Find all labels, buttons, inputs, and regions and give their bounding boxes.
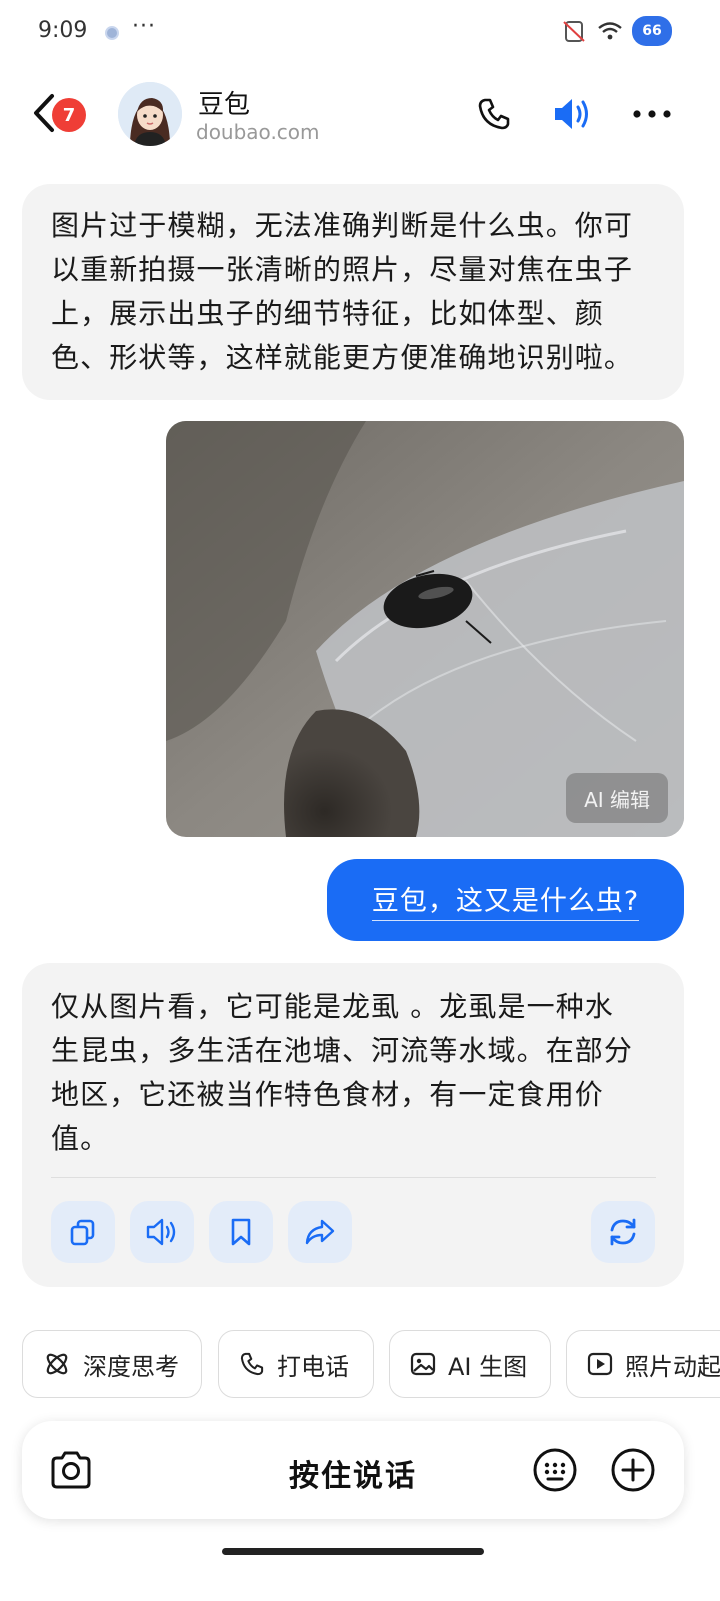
chip-label: 照片动起来: [625, 1352, 720, 1381]
message-line: 值。: [51, 1122, 110, 1155]
phone-icon: [240, 1352, 264, 1376]
atom-icon: [46, 1353, 68, 1375]
share-button[interactable]: [288, 1201, 352, 1263]
quick-actions: 深度思考 打电话 AI 生图 照片动起来: [22, 1330, 720, 1398]
bot-name: 豆包: [198, 90, 251, 120]
home-indicator[interactable]: [222, 1548, 484, 1555]
regenerate-button[interactable]: [591, 1201, 655, 1263]
notification-dot-icon: [105, 26, 119, 40]
user-message[interactable]: 豆包，这又是什么虫?: [327, 859, 684, 941]
bot-message[interactable]: 仅从图片看，它可能是龙虱 。龙虱是一种水 生昆虫，多生活在池塘、河流等水域。在部…: [22, 963, 684, 1287]
plus-icon: [611, 1448, 655, 1492]
chip-label: 深度思考: [83, 1352, 179, 1381]
ai-edit-button[interactable]: AI 编辑: [566, 773, 668, 823]
copy-button[interactable]: [51, 1201, 115, 1263]
message-line: 色、形状等，这样就能更方便准确地识别啦。: [51, 341, 634, 374]
chip-deep-thinking[interactable]: 深度思考: [22, 1330, 202, 1398]
chip-label: 打电话: [277, 1352, 349, 1381]
message-text: 图片过于模糊，无法准确判断是什么虫。你可 以重新拍摄一张清晰的照片，尽量对焦在虫…: [51, 204, 656, 380]
status-time: 9:09: [38, 18, 88, 43]
phone-icon: [478, 98, 510, 130]
refresh-icon: [610, 1218, 636, 1246]
avatar-image-icon: [118, 82, 182, 146]
message-line: 地区，它还被当作特色食材，有一定食用价: [51, 1078, 604, 1111]
message-text: 豆包，这又是什么虫?: [371, 879, 640, 921]
bookmark-icon: [231, 1218, 251, 1246]
image-icon: [410, 1352, 436, 1376]
message-line: 图片过于模糊，无法准确判断是什么虫。你可: [51, 209, 634, 242]
more-dots-icon: [633, 110, 671, 118]
bookmark-button[interactable]: [209, 1201, 273, 1263]
more-options-button[interactable]: [630, 92, 674, 136]
camera-icon: [51, 1451, 91, 1489]
message-text: 仅从图片看，它可能是龙虱 。龙虱是一种水 生昆虫，多生活在池塘、河流等水域。在部…: [51, 985, 656, 1161]
cloud-badge-icon: 66: [632, 16, 672, 46]
user-photo[interactable]: AI 编辑: [166, 421, 684, 837]
chat-header: 7 豆包 doubao.com: [0, 70, 720, 158]
divider: [51, 1177, 656, 1178]
camera-button[interactable]: [48, 1447, 94, 1493]
share-icon: [305, 1219, 335, 1245]
speaker-button[interactable]: [551, 92, 595, 136]
status-bar: 9:09 ··· 66: [0, 0, 720, 64]
message-line: 以重新拍摄一张清晰的照片，尽量对焦在虫子: [51, 253, 634, 286]
bot-domain: doubao.com: [196, 120, 320, 144]
no-sim-icon: [563, 21, 585, 42]
status-more: ···: [132, 14, 156, 39]
wifi-icon: [598, 22, 622, 40]
message-line: 仅从图片看，它可能是龙虱 。龙虱是一种水: [51, 990, 614, 1023]
hold-to-talk-button[interactable]: [202, 1431, 502, 1509]
status-icons: 66: [560, 16, 672, 46]
play-icon: [587, 1352, 613, 1376]
chip-ai-image[interactable]: AI 生图: [389, 1330, 551, 1398]
call-button[interactable]: [472, 92, 516, 136]
add-button[interactable]: [610, 1447, 656, 1493]
read-aloud-button[interactable]: [130, 1201, 194, 1263]
message-line: 上，展示出虫子的细节特征，比如体型、颜: [51, 297, 604, 330]
copy-icon: [70, 1219, 95, 1246]
avatar[interactable]: [118, 82, 182, 146]
keyboard-icon: [533, 1448, 577, 1492]
message-line: 生昆虫，多生活在池塘、河流等水域。在部分: [51, 1034, 634, 1067]
chip-animate-photo[interactable]: 照片动起来: [566, 1330, 720, 1398]
unread-badge: 7: [52, 98, 86, 132]
chip-label: AI 生图: [448, 1352, 528, 1381]
speaker-icon: [555, 99, 588, 129]
keyboard-toggle-button[interactable]: [532, 1447, 578, 1493]
bot-message[interactable]: 图片过于模糊，无法准确判断是什么虫。你可 以重新拍摄一张清晰的照片，尽量对焦在虫…: [22, 184, 684, 400]
input-bar: 按住说话: [22, 1421, 684, 1519]
chip-call[interactable]: 打电话: [218, 1330, 374, 1398]
speaker-icon: [146, 1218, 176, 1246]
